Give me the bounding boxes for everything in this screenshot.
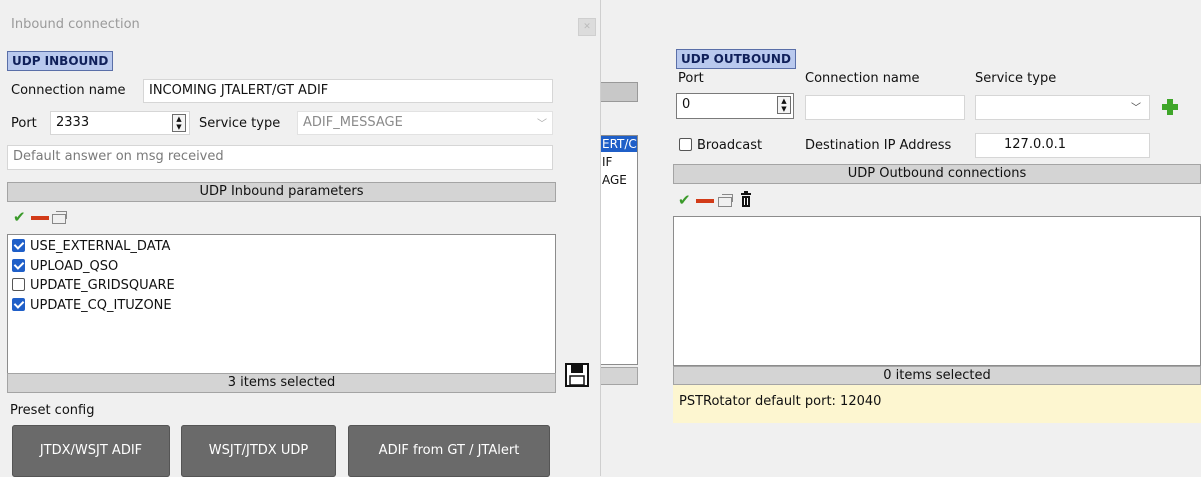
background-panel: ERT/C IF AGE xyxy=(600,80,640,385)
list-item[interactable]: UPLOAD_QSO xyxy=(12,258,118,276)
connection-name-label: Connection name xyxy=(11,83,126,98)
port-label: Port xyxy=(11,116,37,131)
default-answer-input[interactable]: Default answer on msg received xyxy=(7,145,553,170)
outbound-service-type-select[interactable] xyxy=(975,95,1150,120)
param-label: USE_EXTERNAL_DATA xyxy=(30,239,171,254)
remove-icon[interactable] xyxy=(31,216,49,220)
list-item[interactable]: UPDATE_GRIDSQUARE xyxy=(12,277,175,295)
outbound-status-bar: 0 items selected xyxy=(673,366,1201,385)
close-icon: ✕ xyxy=(583,22,591,32)
trash-icon[interactable] xyxy=(741,191,751,207)
udp-outbound-label: UDP OUTBOUND xyxy=(676,49,796,69)
param-label: UPLOAD_QSO xyxy=(30,259,119,274)
checkbox[interactable] xyxy=(12,298,25,311)
floppy-disk-icon xyxy=(565,363,589,387)
broadcast-checkbox[interactable]: Broadcast xyxy=(679,137,762,155)
destination-ip-input[interactable]: 127.0.0.1 xyxy=(975,133,1150,158)
list-item[interactable]: USE_EXTERNAL_DATA xyxy=(12,238,170,256)
port-spinner[interactable]: ▲ ▼ xyxy=(172,114,186,132)
params-toolbar: ✔ xyxy=(7,203,556,233)
checkbox[interactable] xyxy=(679,138,692,151)
check-icon[interactable]: ✔ xyxy=(678,191,691,209)
inbound-dialog: Inbound connection ✕ UDP INBOUND Connect… xyxy=(0,0,601,477)
param-label: UPDATE_GRIDSQUARE xyxy=(30,278,175,293)
spin-up-icon: ▲ xyxy=(176,115,182,123)
broadcast-label: Broadcast xyxy=(697,138,763,153)
trash-svg xyxy=(741,191,751,207)
outbound-port-label: Port xyxy=(678,71,704,86)
port-input[interactable]: 2333 xyxy=(50,111,190,135)
save-button[interactable] xyxy=(564,362,590,388)
outbound-connections-list xyxy=(673,216,1201,366)
outbound-port-spinner[interactable]: ▲ ▼ xyxy=(777,96,791,114)
param-label: UPDATE_CQ_ITUZONE xyxy=(30,298,172,313)
background-bar xyxy=(600,82,638,102)
preset-adif-gt-jtalert-button[interactable]: ADIF from GT / JTAlert xyxy=(348,425,550,477)
params-list: USE_EXTERNAL_DATA UPLOAD_QSO UPDATE_GRID… xyxy=(7,234,556,374)
restore-icon[interactable] xyxy=(718,194,733,207)
outbound-connection-name-input[interactable] xyxy=(805,95,965,120)
preset-config-label: Preset config xyxy=(10,403,95,418)
chevron-down-icon: ﹀ xyxy=(1131,103,1141,114)
preset-jtdx-wsjt-adif-button[interactable]: JTDX/WSJT ADIF xyxy=(12,425,170,477)
list-item[interactable]: UPDATE_CQ_ITUZONE xyxy=(12,297,172,315)
close-button[interactable]: ✕ xyxy=(578,18,596,36)
add-connection-button[interactable] xyxy=(1159,96,1181,118)
spin-down-icon: ▼ xyxy=(781,105,787,113)
inbound-status-bar: 3 items selected xyxy=(7,373,556,393)
checkbox[interactable] xyxy=(12,278,25,291)
pstrotator-hint: PSTRotator default port: 12040 xyxy=(673,385,1201,423)
udp-outbound-connections-header: UDP Outbound connections xyxy=(673,164,1201,184)
destination-ip-label: Destination IP Address xyxy=(805,138,952,153)
background-status-bar xyxy=(600,367,638,385)
spin-up-icon: ▲ xyxy=(781,97,787,105)
remove-icon[interactable] xyxy=(696,199,714,203)
chevron-down-icon: ﹀ xyxy=(537,119,547,130)
check-icon[interactable]: ✔ xyxy=(13,208,26,226)
outbound-connection-name-label: Connection name xyxy=(805,71,920,86)
outbound-toolbar: ✔ xyxy=(673,185,1201,215)
background-fragment-2: IF xyxy=(602,155,613,169)
checkbox[interactable] xyxy=(12,239,25,252)
service-type-label: Service type xyxy=(199,116,281,131)
udp-inbound-parameters-header: UDP Inbound parameters xyxy=(7,182,556,202)
preset-wsjt-jtdx-udp-button[interactable]: WSJT/JTDX UDP xyxy=(181,425,336,477)
plus-icon xyxy=(1159,96,1181,118)
background-fragment-1: ERT/C xyxy=(602,137,637,151)
hint-text: PSTRotator default port: 12040 xyxy=(679,394,882,409)
plus-icon-horizontal xyxy=(1162,104,1178,110)
service-type-select[interactable]: ADIF_MESSAGE xyxy=(297,111,553,135)
udp-inbound-label: UDP INBOUND xyxy=(7,51,114,71)
dialog-title: Inbound connection xyxy=(11,17,140,32)
spin-down-icon: ▼ xyxy=(176,123,182,131)
outbound-service-type-label: Service type xyxy=(975,71,1057,86)
checkbox[interactable] xyxy=(12,259,25,272)
restore-icon[interactable] xyxy=(52,211,67,224)
connection-name-input[interactable]: INCOMING JTALERT/GT ADIF xyxy=(143,79,553,103)
background-fragment-3: AGE xyxy=(602,173,627,187)
